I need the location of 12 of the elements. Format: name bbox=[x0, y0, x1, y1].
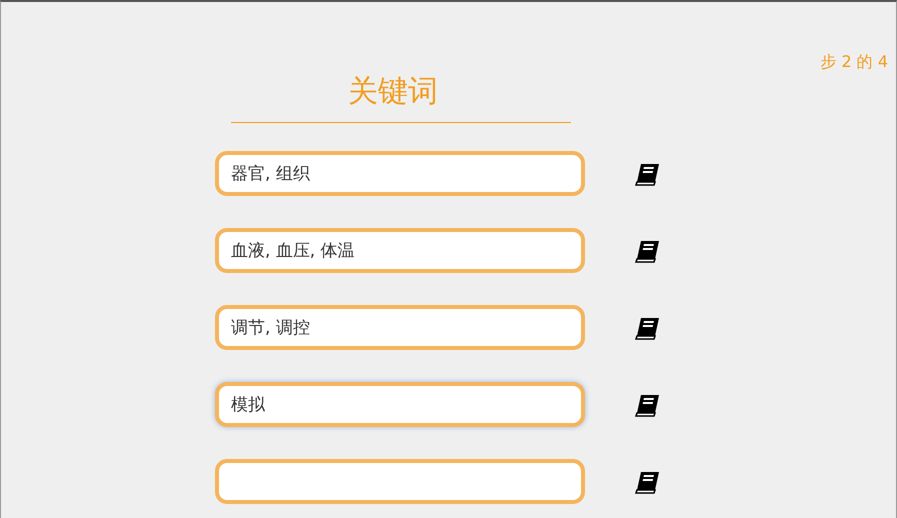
keyword-field[interactable]: 器官, 组织 bbox=[215, 151, 585, 196]
book-icon[interactable] bbox=[634, 470, 662, 494]
keyword-field[interactable]: 调节, 调控 bbox=[215, 305, 585, 350]
book-icon[interactable] bbox=[634, 316, 662, 340]
book-icon[interactable] bbox=[634, 162, 662, 186]
step-indicator: 步 2 的 4 bbox=[820, 52, 888, 73]
book-icon[interactable] bbox=[634, 238, 662, 262]
section-title: 关键词 bbox=[347, 73, 439, 111]
keyword-field[interactable] bbox=[215, 459, 585, 504]
book-icon[interactable] bbox=[634, 392, 662, 416]
keyword-field[interactable]: 模拟 bbox=[215, 382, 585, 427]
keyword-field[interactable]: 血液, 血压, 体温 bbox=[215, 228, 585, 273]
